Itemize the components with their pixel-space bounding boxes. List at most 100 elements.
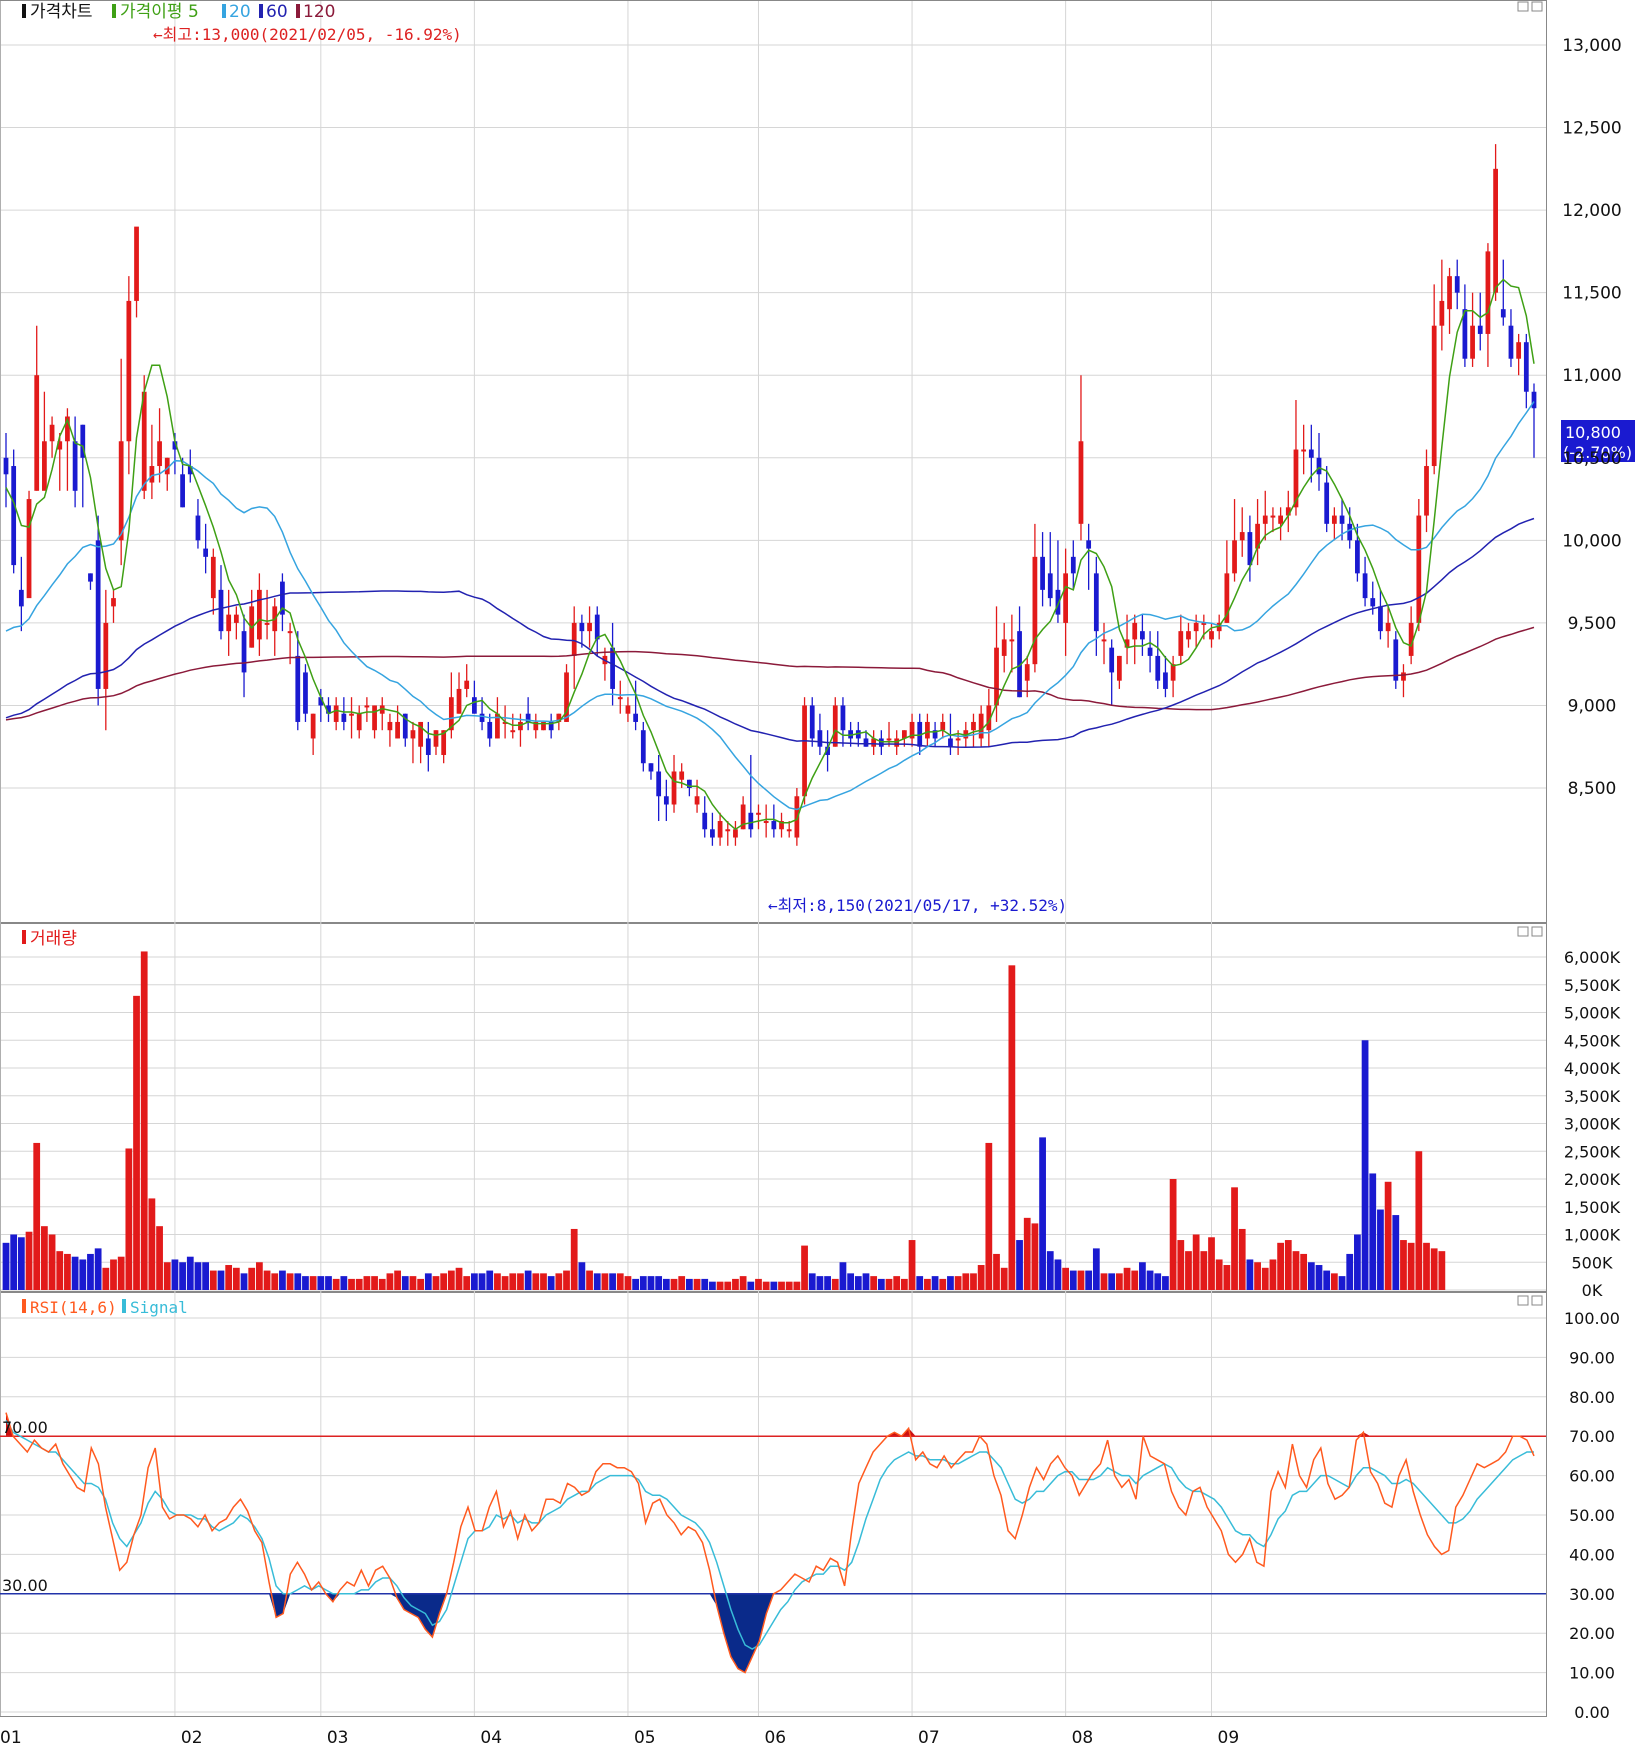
volume-bar xyxy=(486,1270,494,1290)
volume-bar xyxy=(440,1273,448,1290)
candle-body xyxy=(195,515,201,541)
volume-bar xyxy=(778,1281,785,1290)
volume-bar xyxy=(532,1273,540,1290)
volume-bar xyxy=(79,1259,87,1290)
rsi-tick-label: 10.00 xyxy=(1569,1664,1615,1683)
volume-bar xyxy=(1146,1270,1154,1290)
candle-body xyxy=(840,705,846,731)
volume-bar xyxy=(417,1278,425,1290)
legend-ma120: 120 xyxy=(303,2,335,22)
candle-body xyxy=(387,721,393,731)
volume-bar xyxy=(793,1281,801,1290)
candle-body xyxy=(1193,622,1199,632)
volume-bar xyxy=(801,1245,808,1290)
volume-bar xyxy=(1361,1040,1369,1290)
volume-bar xyxy=(125,1148,133,1290)
volume-bar xyxy=(217,1270,225,1290)
close-icon[interactable] xyxy=(1531,1295,1543,1306)
volume-bar xyxy=(133,995,140,1290)
candle-body xyxy=(725,829,731,832)
candle-body xyxy=(356,713,362,731)
volume-tick-label: 0K xyxy=(1582,1281,1603,1300)
candle-body xyxy=(111,598,116,607)
candle-body xyxy=(126,300,132,442)
volume-bar xyxy=(1330,1273,1338,1290)
high-annotation: ←최고:13,000(2021/02/05, -16.92%) xyxy=(153,25,462,44)
candle-body xyxy=(894,738,900,747)
candle-body xyxy=(1086,540,1092,549)
candle-body xyxy=(817,730,823,747)
candle-body xyxy=(257,589,262,640)
volume-bar xyxy=(908,1240,916,1290)
candle-body xyxy=(717,821,723,838)
volume-bar xyxy=(916,1276,924,1290)
volume-bar xyxy=(724,1281,732,1290)
volume-tick-label: 500K xyxy=(1571,1253,1613,1272)
candle-body xyxy=(1063,573,1068,623)
stock-chart[interactable]: 가격차트 가격이평 5 20 60 120 ←최고:13,000(2021/02… xyxy=(0,0,1638,1750)
candle-body xyxy=(1493,168,1498,293)
candle-body xyxy=(364,705,370,708)
volume-bar xyxy=(1369,1173,1377,1290)
candle-body xyxy=(710,829,715,838)
candle-body xyxy=(756,812,761,815)
candle-body xyxy=(303,672,308,714)
candle-body xyxy=(425,738,431,755)
volume-bar xyxy=(325,1276,332,1290)
volume-bar xyxy=(993,1253,1000,1290)
legend-marker-ma60 xyxy=(259,4,263,18)
candle-body xyxy=(1477,325,1483,334)
volume-bar xyxy=(1177,1240,1185,1290)
candle-body xyxy=(349,713,354,716)
candle-body xyxy=(748,812,754,830)
volume-bar xyxy=(1169,1179,1177,1290)
volume-bar xyxy=(1062,1267,1069,1290)
volume-bar xyxy=(893,1276,901,1290)
candle-body xyxy=(1147,647,1153,656)
candle-body xyxy=(287,631,293,634)
volume-bar xyxy=(831,1278,839,1290)
volume-bar xyxy=(1277,1242,1284,1290)
close-icon[interactable] xyxy=(1531,926,1543,937)
close-icon[interactable] xyxy=(1531,1,1543,12)
maximize-icon[interactable] xyxy=(1517,1,1529,12)
price-tick-label: 8,500 xyxy=(1568,779,1617,799)
volume-bar xyxy=(10,1234,18,1290)
candle-body xyxy=(49,424,55,442)
volume-bar xyxy=(94,1248,102,1290)
maximize-icon[interactable] xyxy=(1517,1295,1529,1306)
volume-bar xyxy=(2,1242,10,1290)
volume-bar xyxy=(87,1253,94,1290)
volume-bar xyxy=(877,1278,885,1290)
rsi-tick-label: 40.00 xyxy=(1569,1545,1615,1564)
legend-ma20: 20 xyxy=(229,2,251,22)
volume-bar xyxy=(140,951,148,1290)
candle-body xyxy=(971,721,976,731)
volume-bar xyxy=(1384,1181,1392,1290)
candle-body xyxy=(1040,556,1045,590)
volume-bar xyxy=(1215,1259,1223,1290)
price-panel-frame xyxy=(0,0,1547,923)
volume-bar xyxy=(1261,1267,1269,1290)
rsi-tick-label: 20.00 xyxy=(1569,1624,1615,1643)
candle-body xyxy=(1009,639,1015,642)
volume-bar xyxy=(1438,1251,1446,1290)
candle-body xyxy=(1001,639,1007,656)
candle-body xyxy=(1093,573,1099,632)
rsi-axis: 100.00 90.00 80.00 70.00 60.00 50.00 40.00 30.0… xyxy=(1564,1309,1620,1722)
candle-body xyxy=(1078,441,1084,524)
rsi-tick-label: 90.00 xyxy=(1569,1348,1615,1367)
maximize-icon[interactable] xyxy=(1517,926,1529,937)
month-tick-label: 07 xyxy=(918,1728,940,1748)
candle-body xyxy=(1393,639,1399,681)
volume-bar xyxy=(71,1256,79,1290)
moving-average-lines xyxy=(5,278,1535,831)
volume-bar xyxy=(924,1278,931,1290)
candle-body xyxy=(625,705,631,714)
price-tick-label: 12,500 xyxy=(1562,119,1621,139)
volume-bar xyxy=(378,1278,386,1290)
candle-body xyxy=(203,548,209,557)
legend-ma5: 가격이평 5 xyxy=(120,2,199,22)
candle-body xyxy=(1362,573,1368,599)
volume-bar xyxy=(739,1276,747,1290)
